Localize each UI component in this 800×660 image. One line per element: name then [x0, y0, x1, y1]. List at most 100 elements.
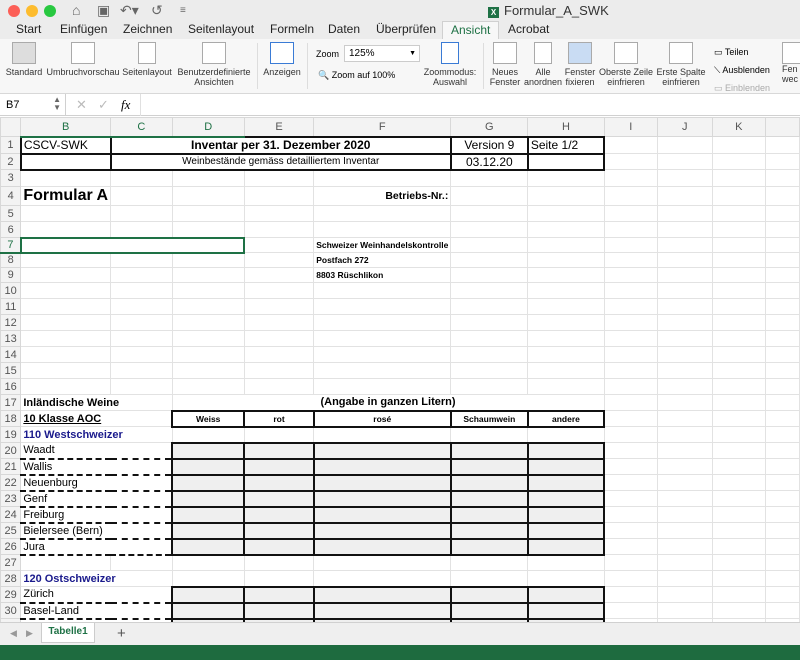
confirm-icon[interactable]: ✓ — [98, 97, 109, 113]
input-cell[interactable] — [172, 507, 244, 523]
cell[interactable] — [657, 379, 712, 395]
cell[interactable] — [314, 222, 451, 238]
cell[interactable] — [766, 475, 800, 491]
cell[interactable] — [172, 253, 244, 268]
cell[interactable] — [766, 395, 800, 411]
cell[interactable] — [111, 283, 172, 299]
region-label[interactable]: Zürich — [21, 587, 172, 603]
cell[interactable] — [712, 571, 765, 587]
column-header[interactable]: G — [451, 118, 528, 137]
input-cell[interactable] — [314, 459, 451, 475]
row-header[interactable]: 27 — [1, 555, 21, 571]
cell[interactable] — [766, 222, 800, 238]
maximize-window-button[interactable] — [44, 5, 56, 17]
cell[interactable] — [451, 331, 528, 347]
cell[interactable] — [244, 206, 313, 222]
cell[interactable] — [604, 347, 657, 363]
cell[interactable] — [766, 253, 800, 268]
cell[interactable] — [766, 491, 800, 507]
row-header[interactable]: 6 — [1, 222, 21, 238]
zoom-selection-button[interactable]: Zoommodus: Auswahl — [420, 42, 480, 87]
tab-einfügen[interactable]: Einfügen — [52, 21, 115, 39]
cell[interactable] — [766, 523, 800, 539]
cell[interactable] — [766, 571, 800, 587]
function-icon[interactable]: fx — [121, 97, 130, 113]
cell[interactable] — [712, 603, 765, 619]
input-cell[interactable] — [451, 507, 528, 523]
cell[interactable] — [244, 331, 313, 347]
input-cell[interactable] — [528, 491, 604, 507]
cell[interactable] — [172, 555, 244, 571]
formula-input[interactable] — [140, 94, 800, 116]
row-header[interactable]: 7 — [1, 238, 21, 253]
cell[interactable] — [244, 315, 313, 331]
cell[interactable] — [314, 315, 451, 331]
cell[interactable] — [21, 363, 111, 379]
cell[interactable] — [657, 395, 712, 411]
cell[interactable] — [766, 555, 800, 571]
cell[interactable] — [21, 555, 111, 571]
cell[interactable] — [604, 315, 657, 331]
region-label[interactable]: Waadt — [21, 443, 172, 459]
cell[interactable] — [604, 411, 657, 427]
cell[interactable] — [111, 299, 172, 315]
column-header[interactable]: K — [712, 118, 765, 137]
cell-b1[interactable]: CSCV-SWK — [21, 137, 111, 154]
input-cell[interactable] — [244, 459, 313, 475]
cell[interactable] — [766, 379, 800, 395]
cell[interactable] — [712, 315, 765, 331]
tab-acrobat[interactable]: Acrobat — [500, 21, 557, 39]
cell[interactable] — [657, 154, 712, 170]
cell[interactable] — [451, 283, 528, 299]
cell[interactable] — [244, 238, 313, 253]
page-cell[interactable]: Seite 1/2 — [528, 137, 604, 154]
cell[interactable] — [712, 299, 765, 315]
cell[interactable] — [244, 571, 313, 587]
redo-icon[interactable]: ↺ — [151, 2, 163, 19]
view-standard-button[interactable]: Standard — [4, 42, 44, 77]
region-label[interactable]: Genf — [21, 491, 172, 507]
subtitle-cell[interactable]: Weinbestände gemäss detailliertem Invent… — [111, 154, 451, 170]
cell[interactable] — [766, 587, 800, 603]
cell[interactable] — [172, 206, 244, 222]
view-page-break-button[interactable]: Umbruchvorschau — [46, 42, 120, 77]
group-heading[interactable]: 110 Westschweizer — [21, 427, 172, 443]
row-header[interactable]: 23 — [1, 491, 21, 507]
input-cell[interactable] — [314, 507, 451, 523]
betriebs-label[interactable]: Betriebs-Nr.: — [314, 187, 451, 206]
save-icon[interactable]: ▣ — [97, 2, 110, 19]
cell[interactable] — [657, 206, 712, 222]
cell[interactable] — [111, 206, 172, 222]
spreadsheet-grid[interactable]: BCDEFGHIJK1CSCV-SWKInventar per 31. Deze… — [0, 117, 800, 636]
sheet-tab-tabelle1[interactable]: Tabelle1 — [41, 623, 95, 643]
cell[interactable] — [766, 603, 800, 619]
cell[interactable] — [451, 347, 528, 363]
input-cell[interactable] — [451, 539, 528, 555]
input-cell[interactable] — [244, 443, 313, 459]
add-sheet-button[interactable]: + — [117, 625, 126, 642]
cell[interactable] — [604, 222, 657, 238]
cell[interactable] — [657, 187, 712, 206]
cell[interactable] — [528, 268, 604, 283]
cell[interactable] — [451, 253, 528, 268]
column-header[interactable]: E — [244, 118, 313, 137]
cell[interactable] — [766, 268, 800, 283]
cell[interactable] — [528, 379, 604, 395]
freeze-panes-button[interactable]: Fenster fixieren — [563, 42, 597, 87]
input-cell[interactable] — [451, 491, 528, 507]
split-button[interactable]: ▭ Teilen — [714, 43, 770, 61]
cell[interactable] — [314, 571, 451, 587]
tab-start[interactable]: Start — [8, 21, 49, 39]
tab-ansicht[interactable]: Ansicht — [442, 21, 499, 39]
cell[interactable] — [111, 253, 172, 268]
cell[interactable] — [712, 395, 765, 411]
cell[interactable] — [111, 170, 172, 187]
custom-views-button[interactable]: Benutzerdefinierte Ansichten — [174, 42, 254, 87]
cell[interactable] — [21, 206, 111, 222]
input-cell[interactable] — [172, 523, 244, 539]
cell[interactable] — [528, 238, 604, 253]
cell-h2[interactable] — [528, 154, 604, 170]
cell[interactable] — [111, 363, 172, 379]
column-header[interactable]: I — [604, 118, 657, 137]
cell[interactable] — [244, 555, 313, 571]
